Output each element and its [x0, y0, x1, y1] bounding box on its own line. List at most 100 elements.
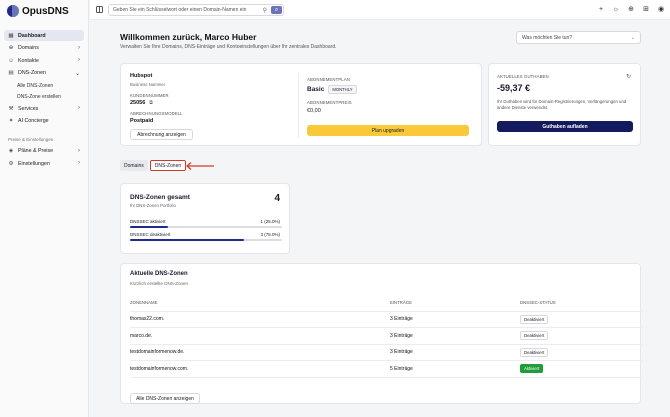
main-content: Willkommen zurück, Marco Huber Verwalten… [90, 21, 670, 417]
company-subtitle: Business Nummer [130, 82, 166, 87]
table-row[interactable]: testdomainformenow.de. 3 Einträge Deaktivi… [130, 344, 643, 361]
customer-number-label: KUNDENNUMMER [130, 93, 169, 98]
search-button[interactable]: ⌕ [271, 6, 282, 14]
progress-fill [130, 239, 244, 241]
tab-domains[interactable]: Domains [120, 160, 148, 171]
highlight-arrow-icon [186, 162, 214, 170]
language-globe-icon[interactable]: ⊕ [626, 4, 636, 14]
sidebar-section-title: Preise & Einstellungen [8, 136, 54, 142]
dns-total-subtitle: Ihr DNS-Zonen Portfolio [130, 203, 176, 208]
plan-label: ABONNEMENTPLAN [307, 77, 350, 82]
status-badge: Deaktiviert [520, 347, 549, 357]
status-badge: Deaktiviert [520, 331, 549, 341]
sidebar-item-label: Einstellungen [18, 160, 50, 167]
zone-name[interactable]: testdomainformenow.com. [130, 360, 390, 378]
zone-name[interactable]: testdomainformenow.de. [130, 344, 390, 361]
filter-icon[interactable]: ⚲ [263, 7, 267, 14]
sidebar-item-dns-zonen[interactable]: ▤ DNS-Zonen ⌄ [4, 68, 84, 79]
balance-card: AKTUELLES GUTHABEN ↻ -59,37 € Ihr Guthab… [488, 63, 641, 146]
sidebar-item-label: Kontakte [18, 57, 39, 64]
zone-dnssec-status: Aktiviert [520, 360, 643, 378]
table-row[interactable]: testdomainformenow.com. 5 Einträge Aktivie… [130, 360, 643, 378]
tab-dns-zonen[interactable]: DNS-Zonen [149, 160, 187, 171]
account-card: Hubspot Business Nummer KUNDENNUMMER 250… [120, 63, 482, 146]
company-name: Hubspot [130, 73, 153, 79]
zone-name[interactable]: marco.de. [130, 327, 390, 345]
dnssec-inactive-value: 3 (75.0%) [260, 232, 280, 237]
logo[interactable]: OpusDNS [7, 5, 69, 17]
upgrade-plan-button[interactable]: Plan upgraden [307, 125, 469, 136]
status-badge: Aktiviert [520, 364, 544, 374]
zone-dnssec-status: Deaktiviert [520, 311, 643, 328]
sidebar-item-ai-concierge[interactable]: ✦ AI Concierge [4, 116, 84, 127]
sidebar-item-kontakte[interactable]: ☺ Kontakte › [4, 55, 84, 66]
dns-total-card: DNS-Zonen gesamt Ihr DNS-Zonen Portfolio… [120, 183, 290, 254]
sidebar-item-dashboard[interactable]: ▦ Dashboard [4, 30, 84, 41]
gear-icon: ⚙ [8, 160, 14, 167]
sidebar-toggle-icon[interactable] [96, 6, 103, 13]
theme-icon[interactable]: ☼ [611, 4, 621, 14]
globe-icon: ⊕ [8, 45, 14, 51]
status-badge: Deaktiviert [520, 314, 549, 324]
sidebar-item-label: Services [18, 105, 39, 112]
table-row[interactable]: thomas22.com. 3 Einträge Deaktiviert [130, 311, 643, 328]
sidebar-subitem-all-dns-zones[interactable]: Alle DNS-Zonen [4, 80, 84, 91]
sidebar-nav: ▦ Dashboard ⊕ Domains › ☺ Kontakte › ▤ D… [4, 30, 84, 171]
plan-name: Basic [307, 86, 325, 93]
top-up-balance-button[interactable]: Guthaben aufladen [497, 121, 633, 132]
table-row[interactable]: marco.de. 3 Einträge Deaktiviert [130, 327, 643, 345]
sidebar-item-domains[interactable]: ⊕ Domains › [4, 43, 84, 54]
refresh-icon[interactable]: ↻ [626, 73, 631, 80]
user-profile-icon[interactable]: ◉ [656, 4, 666, 14]
wrench-icon: ⚒ [8, 105, 14, 112]
balance-label: AKTUELLES GUTHABEN [497, 74, 549, 79]
action-select[interactable]: Was möchten Sie tun? ⌄ [516, 31, 641, 44]
search-input[interactable] [109, 5, 257, 15]
table-header-row: ZONENNAME EINTRÄGE DNSSEC-STATUS [130, 295, 643, 312]
dns-zones-table: ZONENNAME EINTRÄGE DNSSEC-STATUS thomas2… [130, 295, 643, 378]
dns-total-title: DNS-Zonen gesamt [130, 194, 190, 201]
sidebar-item-services[interactable]: ⚒ Services › [4, 103, 84, 114]
page-title: Willkommen zurück, Marco Huber [120, 32, 257, 42]
column-header-zone: ZONENNAME [130, 295, 390, 312]
search-icon: ⌕ [274, 6, 279, 13]
page-subtitle: Verwalten Sie Ihre Domains, DNS-Einträge… [120, 44, 337, 50]
sidebar-item-label: DNS-Zonen [18, 70, 46, 76]
zone-name[interactable]: thomas22.com. [130, 311, 390, 328]
billing-model: Postpaid [130, 118, 154, 124]
copy-icon[interactable]: ⧉ [149, 100, 153, 106]
zone-entries: 3 Einträge [390, 327, 520, 345]
recent-title: Aktuelle DNS-Zonen [130, 271, 188, 277]
divider [298, 73, 299, 138]
chevron-right-icon: › [78, 160, 80, 166]
dnssec-inactive-progress [130, 239, 282, 241]
zone-entries: 5 Einträge [390, 360, 520, 378]
customer-number: 25056 [130, 100, 146, 106]
sidebar-item-plans-prices[interactable]: ◈ Pläne & Preise › [4, 146, 84, 157]
plan-period-badge: MONTHLY [328, 85, 357, 94]
sparkle-icon: ✦ [8, 118, 14, 124]
cart-icon[interactable]: ⊞ [641, 4, 651, 14]
customer-number-row: 25056 ⧉ [130, 100, 153, 106]
sidebar-subitem-create-dns-zone[interactable]: DNS-Zone erstellen [4, 92, 84, 103]
contacts-icon: ☺ [8, 57, 14, 64]
plus-icon[interactable]: + [596, 4, 606, 14]
sidebar-item-label: Pläne & Preise [18, 148, 54, 154]
sidebar-item-settings[interactable]: ⚙ Einstellungen › [4, 158, 84, 169]
chevron-right-icon: › [78, 57, 80, 63]
topbar-actions: + ☼ ⊕ ⊞ ◉ [596, 4, 666, 14]
logo-text: OpusDNS [22, 5, 69, 17]
topbar: ⚲ ⌕ + ☼ ⊕ ⊞ ◉ [90, 0, 670, 20]
column-header-entries: EINTRÄGE [390, 295, 520, 312]
balance-value: -59,37 € [497, 83, 531, 93]
balance-description: Ihr Guthaben wird für Domain-Registrieru… [497, 99, 627, 110]
table-body: thomas22.com. 3 Einträge Deaktiviert marco.… [130, 311, 643, 378]
recent-subtitle: Kürzlich erstellte DNS-Zonen [130, 281, 189, 286]
billing-button[interactable]: Abrechnung anzeigen [130, 129, 193, 140]
dns-total-count: 4 [274, 193, 280, 204]
search-bar: ⚲ ⌕ [108, 4, 284, 16]
column-header-dnssec: DNSSEC-STATUS [520, 295, 643, 312]
all-dns-zones-button[interactable]: Alle DNS-Zonen anzeigen [130, 393, 200, 404]
plan-row: Basic MONTHLY [307, 85, 357, 94]
dnssec-active-label: DNSSEC aktiviert [130, 219, 166, 224]
